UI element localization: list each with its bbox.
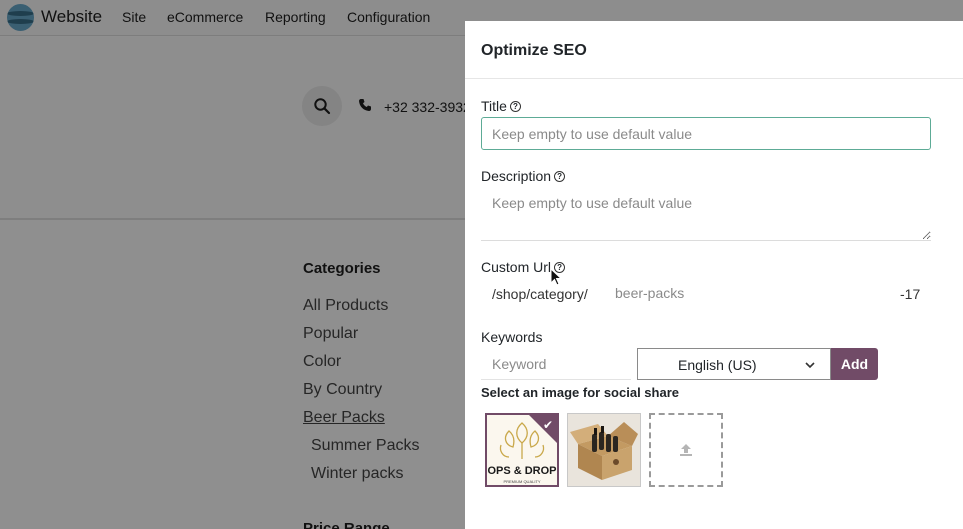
- phone-icon: [359, 99, 371, 111]
- description-label-text: Description: [481, 168, 552, 184]
- phone-number[interactable]: +32 332-3932: [384, 99, 471, 115]
- category-winter-packs[interactable]: Winter packs: [311, 465, 403, 483]
- website-logo-icon[interactable]: [7, 4, 34, 31]
- url-suffix: -17: [900, 286, 921, 302]
- chevron-down-icon: [805, 362, 815, 369]
- category-by-country[interactable]: By Country: [303, 381, 382, 399]
- upload-icon: [680, 444, 692, 456]
- help-icon[interactable]: ?: [509, 100, 521, 112]
- hops-logo-subtext: PREMIUM QUALITY: [503, 479, 540, 484]
- nav-reporting[interactable]: Reporting: [265, 9, 326, 25]
- keywords-label-text: Keywords: [481, 329, 543, 345]
- brand-name[interactable]: Website: [41, 7, 102, 27]
- search-icon: [314, 98, 331, 115]
- nav-site[interactable]: Site: [122, 9, 146, 25]
- add-keyword-button[interactable]: Add: [831, 348, 878, 380]
- category-color[interactable]: Color: [303, 353, 341, 371]
- search-button[interactable]: [302, 86, 342, 126]
- title-label-text: Title: [481, 98, 507, 114]
- language-select[interactable]: English (US): [637, 348, 831, 380]
- custom-url-input[interactable]: [606, 279, 886, 307]
- keywords-label: Keywords: [481, 329, 542, 345]
- category-summer-packs[interactable]: Summer Packs: [311, 437, 419, 455]
- title-label: Title ?: [481, 98, 521, 114]
- seo-description-input[interactable]: [481, 187, 931, 241]
- custom-url-label-text: Custom Url: [481, 259, 552, 275]
- panel-header: Optimize SEO: [465, 21, 963, 79]
- beer-box-image: [568, 414, 640, 486]
- nav-configuration[interactable]: Configuration: [347, 9, 430, 25]
- upload-image-option[interactable]: [649, 413, 723, 487]
- url-prefix: /shop/category/: [492, 286, 588, 302]
- seo-title-input[interactable]: [481, 117, 931, 150]
- category-popular[interactable]: Popular: [303, 325, 358, 343]
- mouse-cursor-icon: [550, 268, 562, 286]
- social-image-label: Select an image for social share: [481, 385, 679, 400]
- categories-title: Categories: [303, 260, 381, 277]
- category-all-products[interactable]: All Products: [303, 297, 388, 315]
- optimize-seo-panel: Optimize SEO Title ? Description ? Custo…: [465, 21, 963, 529]
- social-image-option-logo[interactable]: OPS & DROP PREMIUM QUALITY ✔: [485, 413, 559, 487]
- keyword-input[interactable]: [481, 348, 631, 380]
- price-range-title: Price Range: [303, 520, 390, 529]
- hops-logo-text: OPS & DROP: [487, 465, 556, 477]
- panel-title: Optimize SEO: [481, 42, 587, 59]
- language-selected-value: English (US): [678, 357, 757, 373]
- help-icon[interactable]: ?: [554, 170, 566, 182]
- nav-ecommerce[interactable]: eCommerce: [167, 9, 243, 25]
- description-label: Description ?: [481, 168, 566, 184]
- social-image-option-product[interactable]: [567, 413, 641, 487]
- check-icon: ✔: [542, 418, 553, 432]
- category-beer-packs[interactable]: Beer Packs: [303, 409, 385, 427]
